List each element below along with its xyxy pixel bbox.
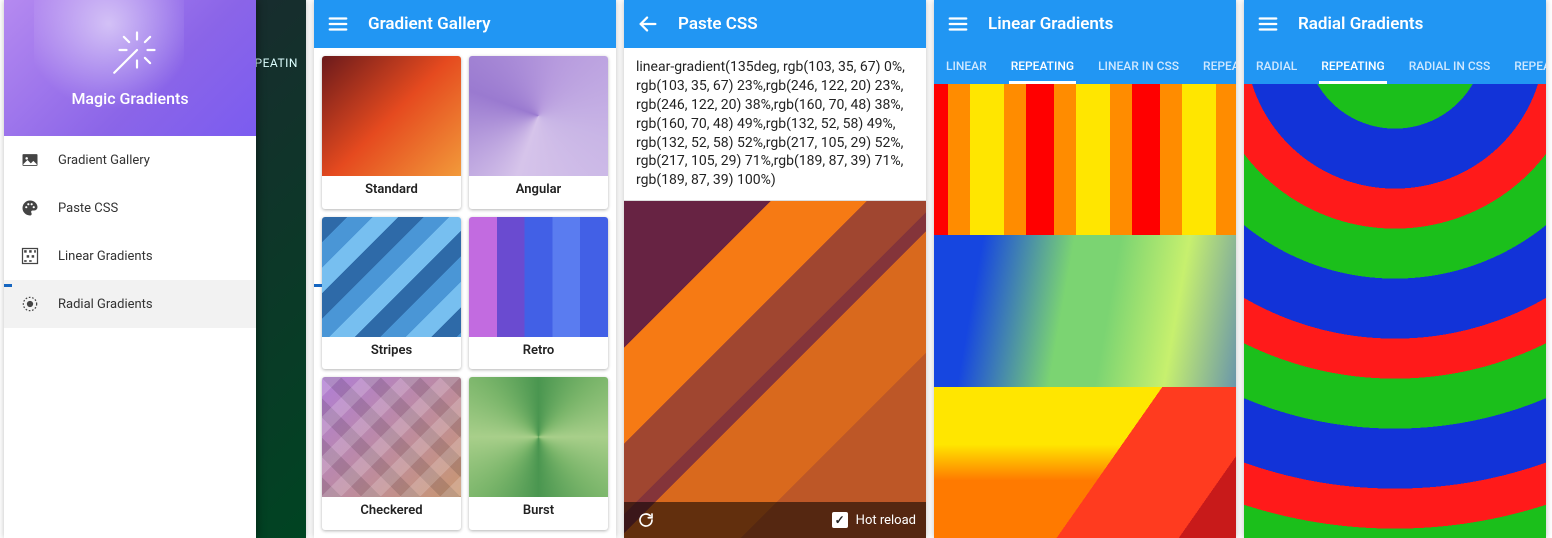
- image-icon: [20, 150, 40, 170]
- edge-indicator: [314, 284, 322, 287]
- screen-radial: Radial Gradients RADIALREPEATINGRADIAL I…: [1244, 0, 1546, 538]
- gallery-card-checkered[interactable]: Checkered: [322, 377, 461, 530]
- radial-preview: [1244, 84, 1546, 538]
- tabstrip: LINEARREPEATINGLINEAR IN CSSREPEATI: [934, 48, 1236, 84]
- back-arrow-icon[interactable]: [636, 12, 660, 36]
- drawer-title: Magic Gradients: [71, 89, 188, 108]
- screen-paste-css: Paste CSS linear-gradient(135deg, rgb(10…: [624, 0, 926, 538]
- hot-reload-toggle[interactable]: ✓ Hot reload: [832, 512, 916, 528]
- checkbox-icon: ✓: [832, 512, 848, 528]
- gradient-swatch: [469, 217, 608, 337]
- gradient-swatch: [469, 377, 608, 497]
- appbar: Radial Gradients: [1244, 0, 1546, 48]
- linear-sample-top: [934, 84, 1236, 235]
- tab-repeati[interactable]: REPEATI: [1191, 48, 1236, 84]
- drawer-item-label: Radial Gradients: [58, 297, 153, 312]
- tab-linear-in-css[interactable]: LINEAR IN CSS: [1086, 48, 1191, 84]
- tab-repeating[interactable]: REPEATING: [999, 48, 1086, 84]
- drawer-item-paste-css[interactable]: Paste CSS: [4, 184, 256, 232]
- palette-icon: [20, 198, 40, 218]
- drawer-item-radial-gradients[interactable]: Radial Gradients: [4, 280, 256, 328]
- pattern-icon: [20, 246, 40, 266]
- gradient-preview: ✓ Hot reload: [624, 201, 926, 538]
- navigation-drawer: Magic Gradients Gradient Gallery Paste CS…: [4, 0, 256, 538]
- card-label: Retro: [469, 337, 608, 364]
- hot-reload-label: Hot reload: [856, 513, 916, 528]
- card-label: Burst: [469, 497, 608, 524]
- page-title: Gradient Gallery: [368, 14, 491, 34]
- card-label: Angular: [469, 176, 608, 203]
- page-title: Paste CSS: [678, 14, 758, 34]
- tab-radial-in-css[interactable]: RADIAL IN CSS: [1397, 48, 1503, 84]
- hamburger-icon[interactable]: [1256, 12, 1280, 36]
- hamburger-icon[interactable]: [326, 12, 350, 36]
- screen-linear: Linear Gradients LINEARREPEATINGLINEAR I…: [934, 0, 1236, 538]
- refresh-icon[interactable]: [634, 508, 658, 532]
- gradient-swatch: [322, 377, 461, 497]
- drawer-item-label: Paste CSS: [58, 201, 118, 216]
- tab-repeati[interactable]: REPEATI: [1502, 48, 1546, 84]
- drawer-item-label: Gradient Gallery: [58, 153, 150, 168]
- gradient-swatch: [322, 56, 461, 176]
- drawer-header: Magic Gradients: [4, 0, 256, 136]
- gallery-card-angular[interactable]: Angular: [469, 56, 608, 209]
- gallery-card-stripes[interactable]: Stripes: [322, 217, 461, 370]
- gallery-card-retro[interactable]: Retro: [469, 217, 608, 370]
- card-label: Stripes: [322, 337, 461, 364]
- linear-sample-bottom: [934, 387, 1236, 538]
- linear-sample-middle: [934, 235, 1236, 386]
- screen-gallery: Gradient Gallery Standard Angular Stripes R…: [314, 0, 616, 538]
- drawer-item-label: Linear Gradients: [58, 249, 153, 264]
- hamburger-icon[interactable]: [946, 12, 970, 36]
- drawer-item-gradient-gallery[interactable]: Gradient Gallery: [4, 136, 256, 184]
- screen-drawer: REPEATIN Magic Gradients Gradient Galler…: [4, 0, 306, 538]
- gallery-card-standard[interactable]: Standard: [322, 56, 461, 209]
- tab-linear[interactable]: LINEAR: [934, 48, 999, 84]
- tabstrip: RADIALREPEATINGRADIAL IN CSSREPEATI: [1244, 48, 1546, 84]
- edge-indicator: [4, 284, 12, 287]
- gallery-grid: Standard Angular Stripes Retro Checkered Burs…: [314, 48, 616, 538]
- gradient-swatch: [322, 217, 461, 337]
- gradient-swatch: [469, 56, 608, 176]
- gallery-card-burst[interactable]: Burst: [469, 377, 608, 530]
- preview-toolbar: ✓ Hot reload: [624, 502, 926, 538]
- page-title: Linear Gradients: [988, 14, 1113, 34]
- magic-wand-icon: [102, 29, 158, 85]
- tab-radial[interactable]: RADIAL: [1244, 48, 1309, 84]
- target-icon: [20, 294, 40, 314]
- linear-preview: [934, 84, 1236, 538]
- appbar: Paste CSS: [624, 0, 926, 48]
- tab-repeating[interactable]: REPEATING: [1309, 48, 1396, 84]
- page-title: Radial Gradients: [1298, 14, 1423, 34]
- card-label: Standard: [322, 176, 461, 203]
- css-input[interactable]: linear-gradient(135deg, rgb(103, 35, 67)…: [624, 48, 926, 201]
- appbar: Linear Gradients: [934, 0, 1236, 48]
- drawer-item-linear-gradients[interactable]: Linear Gradients: [4, 232, 256, 280]
- appbar: Gradient Gallery: [314, 0, 616, 48]
- card-label: Checkered: [322, 497, 461, 524]
